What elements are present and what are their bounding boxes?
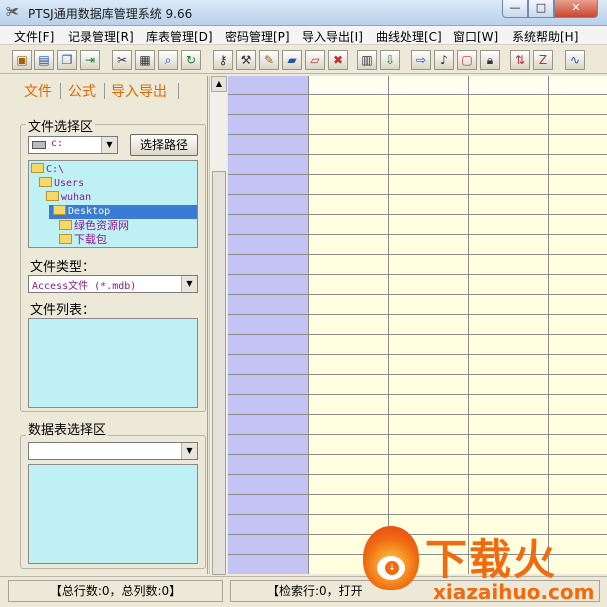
edit-icon[interactable]: ✎ <box>259 50 279 70</box>
menu-password[interactable]: 密码管理[P] <box>225 28 290 45</box>
open-db-icon[interactable]: ▤ <box>34 50 54 70</box>
left-panel: 文件 公式 导入导出 文件选择区 c: ▼ 选择路径 C:\ Users wuh… <box>8 76 208 574</box>
status-row-col-count: 【总行数:0，总列数:0】 <box>8 580 223 602</box>
copy-db-icon[interactable]: ❐ <box>57 50 77 70</box>
file-list-label: 文件列表： <box>30 303 96 318</box>
table-select[interactable]: ▼ <box>28 442 198 460</box>
tree-item[interactable]: C:\ <box>31 163 64 177</box>
title-bar: ✀ PTSJ通用数据库管理系统 9.66 — □ ✕ <box>0 0 607 26</box>
refresh-icon[interactable]: ↻ <box>181 50 201 70</box>
import-icon[interactable]: ⇩ <box>380 50 400 70</box>
table-selection-legend: 数据表选择区 <box>26 419 109 438</box>
maximize-button[interactable]: □ <box>528 0 554 18</box>
menu-bar: 文件[F] 记录管理[R] 库表管理[D] 密码管理[P] 导入导出[I] 曲线… <box>0 26 607 45</box>
folder-open-icon <box>46 191 59 201</box>
menu-help[interactable]: 系统帮助[H] <box>512 28 578 45</box>
delete-icon[interactable]: ✖ <box>328 50 348 70</box>
menu-curves[interactable]: 曲线处理[C] <box>376 28 442 45</box>
settings-icon[interactable]: ⚒ <box>236 50 256 70</box>
scroll-thumb[interactable] <box>212 171 226 575</box>
calculator-icon[interactable]: ▥ <box>357 50 377 70</box>
file-selection-legend: 文件选择区 <box>26 116 96 135</box>
app-tools-icon[interactable]: ✀ <box>6 5 22 21</box>
tab-separator <box>178 83 179 99</box>
frame-icon[interactable]: ▢ <box>457 50 477 70</box>
file-type-label: 文件类型： <box>30 260 96 275</box>
tree-item[interactable]: 下载包 <box>59 233 107 247</box>
line-chart-icon[interactable]: ∿ <box>565 50 585 70</box>
tree-item-selected[interactable]: Desktop <box>49 205 197 219</box>
file-list[interactable] <box>28 318 198 408</box>
grid-cells[interactable] <box>228 76 607 574</box>
drive-select[interactable]: c: ▼ <box>28 136 118 154</box>
menu-import-export[interactable]: 导入导出[I] <box>302 28 363 45</box>
tree-item[interactable]: 绿色资源网 <box>59 219 129 233</box>
vertical-scrollbar[interactable]: ▲ <box>209 76 227 575</box>
folder-tree[interactable]: C:\ Users wuhan Desktop 绿色资源网 下载包 <box>28 160 198 248</box>
menu-tables[interactable]: 库表管理[D] <box>146 28 213 45</box>
tab-import-export[interactable]: 导入导出 <box>111 81 167 101</box>
grid-column-header[interactable] <box>308 76 388 94</box>
drive-icon <box>32 141 46 149</box>
tree-item[interactable]: wuhan <box>46 191 91 205</box>
tab-separator <box>60 83 61 99</box>
export-icon[interactable]: ⇨ <box>411 50 431 70</box>
watermark-logo: ↓ 下载火 xiazaihuo.com <box>355 520 607 607</box>
exit-icon[interactable]: ⇥ <box>80 50 100 70</box>
chevron-down-icon[interactable]: ▼ <box>101 137 117 153</box>
menu-window[interactable]: 窗口[W] <box>453 28 498 45</box>
folder-open-icon <box>39 177 52 187</box>
book-edit-icon[interactable]: ▱ <box>305 50 325 70</box>
grid-icon[interactable]: ▦ <box>135 50 155 70</box>
folder-icon <box>59 234 72 244</box>
download-icon: ↓ <box>385 561 399 575</box>
lock-icon[interactable]: 🔒︎ <box>480 50 500 70</box>
tab-separator <box>104 83 105 99</box>
file-type-select[interactable]: Access文件 (*.mdb) ▼ <box>28 275 198 293</box>
chevron-down-icon[interactable]: ▼ <box>181 276 197 292</box>
arrange-icon[interactable]: Z <box>533 50 553 70</box>
menu-file[interactable]: 文件[F] <box>14 28 54 45</box>
tree-item[interactable]: Users <box>39 177 84 191</box>
grid-column-header[interactable] <box>548 76 607 94</box>
close-button[interactable]: ✕ <box>554 0 598 18</box>
minimize-button[interactable]: — <box>502 0 528 18</box>
grid-column-header[interactable] <box>388 76 468 94</box>
window-title: PTSJ通用数据库管理系统 9.66 <box>28 7 193 21</box>
search-icon[interactable]: ⌕ <box>158 50 178 70</box>
drive-value: c: <box>51 138 64 149</box>
file-type-value: Access文件 (*.mdb) <box>32 281 137 292</box>
data-grid[interactable] <box>228 76 607 574</box>
folder-open-icon <box>31 163 44 173</box>
key-icon[interactable]: ⚷ <box>213 50 233 70</box>
tab-file[interactable]: 文件 <box>24 81 52 101</box>
toolbar: ▣ ▤ ❐ ⇥ ✂ ▦ ⌕ ↻ ⚷ ⚒ ✎ ▰ ▱ ✖ ▥ ⇩ ⇨ ♪ ▢ 🔒︎… <box>0 45 607 74</box>
table-list[interactable] <box>28 464 198 564</box>
chevron-down-icon[interactable]: ▼ <box>181 443 197 459</box>
watermark-en: xiazaihuo.com <box>433 580 595 604</box>
scroll-up-icon[interactable]: ▲ <box>211 76 227 92</box>
sort-icon[interactable]: ⇅ <box>510 50 530 70</box>
book-icon[interactable]: ▰ <box>282 50 302 70</box>
new-db-icon[interactable]: ▣ <box>12 50 32 70</box>
folder-icon <box>59 220 72 230</box>
browse-path-button[interactable]: 选择路径 <box>130 134 198 156</box>
chart-edit-icon[interactable]: ♪ <box>434 50 454 70</box>
folder-open-icon <box>53 205 66 215</box>
watermark-cn: 下载火 <box>425 535 558 584</box>
menu-records[interactable]: 记录管理[R] <box>68 28 134 45</box>
grid-column-header[interactable] <box>468 76 548 94</box>
grid-corner-cell <box>228 76 308 94</box>
tools-icon[interactable]: ✂ <box>112 50 132 70</box>
tab-formula[interactable]: 公式 <box>68 81 96 101</box>
